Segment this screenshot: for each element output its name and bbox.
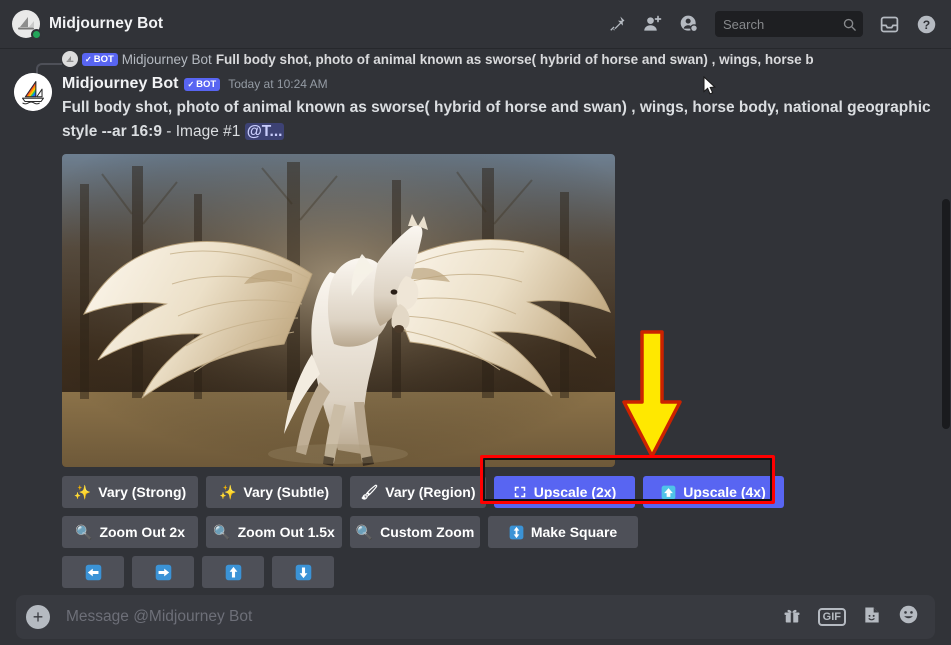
magnifier-icon: 🔍 (75, 524, 93, 540)
vary-strong-button[interactable]: ✨ Vary (Strong) (62, 476, 198, 508)
midjourney-boat-avatar-icon (64, 53, 76, 65)
reply-reference[interactable]: ✓ BOT Midjourney Bot Full body shot, phot… (0, 49, 951, 77)
help-icon[interactable]: ? (916, 14, 937, 35)
discord-app-window: Midjourney Bot Search ? ✓ BOT Midjourney… (0, 0, 951, 645)
vary-region-label: Vary (Region) (385, 484, 476, 500)
upscale-2x-label: Upscale (2x) (533, 484, 617, 500)
midjourney-boat-avatar-icon (14, 73, 52, 111)
pan-up-button[interactable] (202, 556, 264, 588)
pan-left-button[interactable] (62, 556, 124, 588)
pan-down-icon (295, 564, 312, 581)
magic-wand-icon: ✨ (218, 484, 237, 500)
message-header: Midjourney Bot ✓ BOT Today at 10:24 AM (62, 73, 951, 95)
pan-left-icon (85, 564, 102, 581)
gift-icon[interactable] (782, 605, 802, 630)
message-composer[interactable]: + Message @Midjourney Bot GIF (16, 595, 935, 639)
message-input[interactable]: Message @Midjourney Bot (50, 608, 782, 626)
upscale-4x-label: Upscale (4x) (683, 484, 766, 500)
search-placeholder: Search (723, 16, 765, 32)
zoom-out-2x-label: Zoom Out 2x (99, 524, 185, 540)
paintbrush-icon: 🖌 (360, 484, 379, 500)
pan-down-button[interactable] (272, 556, 334, 588)
bot-badge-label: BOT (93, 53, 114, 65)
bot-badge: ✓ BOT (184, 77, 221, 91)
reply-preview-text: Full body shot, photo of animal known as… (215, 51, 814, 67)
image-index-label: Image #1 (175, 123, 241, 140)
message-content: Full body shot, photo of animal known as… (62, 96, 942, 144)
zoom-out-15x-button[interactable]: 🔍 Zoom Out 1.5x (206, 516, 342, 548)
svg-text:?: ? (923, 17, 930, 31)
user-profile-icon[interactable] (679, 14, 699, 34)
reply-avatar (62, 51, 78, 67)
dm-avatar[interactable] (12, 10, 42, 40)
online-status-dot (31, 29, 42, 40)
custom-zoom-label: Custom Zoom (380, 524, 475, 540)
emoji-icon[interactable] (898, 604, 919, 630)
make-square-button[interactable]: Make Square (488, 516, 638, 548)
inbox-icon[interactable] (879, 14, 900, 35)
message-timestamp: Today at 10:24 AM (228, 77, 328, 91)
reply-author-name: Midjourney Bot (121, 51, 212, 67)
bot-badge-label: BOT (196, 78, 217, 90)
midjourney-action-buttons: ✨ Vary (Strong) ✨ Vary (Subtle) 🖌 Vary (… (62, 476, 951, 589)
header-left-group: Midjourney Bot (0, 10, 164, 40)
add-friend-icon[interactable] (643, 14, 663, 34)
channel-header: Midjourney Bot Search ? (0, 0, 951, 49)
up-down-arrow-icon (509, 525, 524, 540)
up-arrow-icon (661, 485, 676, 500)
button-row-3 (62, 556, 951, 588)
bot-check-icon: ✓ (85, 54, 92, 64)
vary-region-button[interactable]: 🖌 Vary (Region) (350, 476, 486, 508)
header-actions: Search ? (607, 11, 951, 37)
search-input[interactable]: Search (715, 11, 863, 37)
avatar[interactable] (14, 73, 52, 111)
make-square-label: Make Square (530, 524, 618, 540)
upscale-4x-button[interactable]: Upscale (4x) (643, 476, 784, 508)
composer-icon-group: GIF (782, 604, 919, 630)
sticker-icon[interactable] (862, 605, 882, 630)
pan-right-icon (155, 564, 172, 581)
message-author[interactable]: Midjourney Bot (62, 75, 178, 93)
button-row-1: ✨ Vary (Strong) ✨ Vary (Subtle) 🖌 Vary (… (62, 476, 951, 508)
magic-wand-icon: ✨ (73, 484, 92, 500)
attach-button[interactable]: + (26, 605, 50, 629)
message-list: ✓ BOT Midjourney Bot Full body shot, phot… (0, 49, 951, 589)
pegasus-illustration (62, 154, 615, 467)
zoom-out-15x-label: Zoom Out 1.5x (237, 524, 335, 540)
zoom-out-2x-button[interactable]: 🔍 Zoom Out 2x (62, 516, 198, 548)
pin-icon[interactable] (607, 14, 627, 34)
generated-image[interactable] (62, 154, 615, 467)
bot-badge: ✓ BOT (82, 52, 118, 66)
bot-check-icon: ✓ (187, 79, 195, 89)
magnifier-icon: 🔍 (213, 524, 231, 540)
upscale-2x-button[interactable]: Upscale (2x) (494, 476, 635, 508)
vary-subtle-label: Vary (Subtle) (243, 484, 330, 500)
button-row-2: 🔍 Zoom Out 2x 🔍 Zoom Out 1.5x 🔍 Custom Z… (62, 516, 951, 548)
message-scrollbar[interactable] (942, 199, 950, 429)
search-icon (843, 18, 856, 31)
pan-right-button[interactable] (132, 556, 194, 588)
message-item: Midjourney Bot ✓ BOT Today at 10:24 AM Fu… (0, 71, 951, 589)
page-title: Midjourney Bot (49, 15, 164, 32)
prompt-separator: - (161, 123, 176, 140)
expand-icon (513, 485, 527, 499)
mention-pill[interactable]: @T... (244, 123, 285, 140)
custom-zoom-button[interactable]: 🔍 Custom Zoom (350, 516, 480, 548)
pan-up-icon (225, 564, 242, 581)
gif-icon[interactable]: GIF (817, 608, 846, 626)
annotation-arrow (620, 330, 684, 460)
vary-strong-label: Vary (Strong) (98, 484, 187, 500)
message-composer-area: + Message @Midjourney Bot GIF (0, 589, 951, 645)
mouse-cursor (703, 75, 716, 100)
magnifier-icon: 🔍 (355, 524, 374, 540)
vary-subtle-button[interactable]: ✨ Vary (Subtle) (206, 476, 342, 508)
